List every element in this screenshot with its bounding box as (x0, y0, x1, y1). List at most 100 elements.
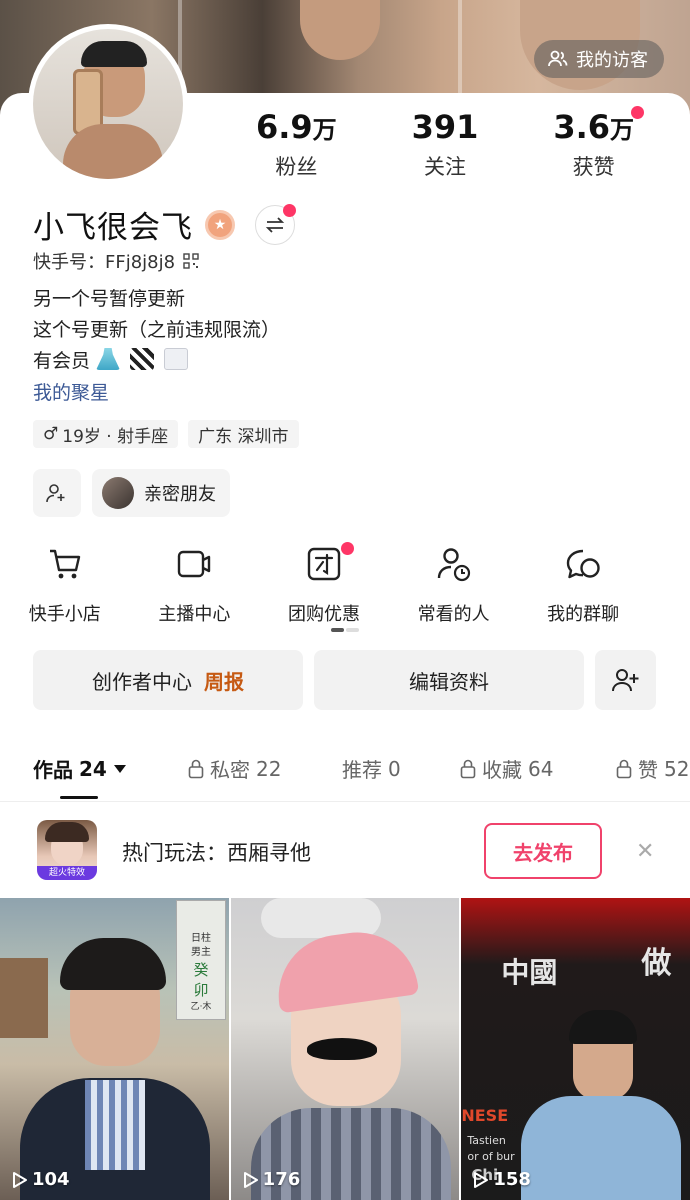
tag-location-text: 广东 深圳市 (198, 426, 289, 447)
close-icon[interactable]: ✕ (636, 839, 654, 864)
close-friends-label: 亲密朋友 (144, 484, 216, 505)
overlay-text: 癸 (193, 961, 209, 979)
my-visitors-label: 我的访客 (576, 50, 648, 71)
user-id[interactable]: 快手号：FFj8j8j8 (33, 248, 199, 274)
add-person-icon (611, 669, 638, 692)
avatar[interactable] (28, 24, 188, 184)
fan-group-link[interactable]: 我的聚星 (33, 378, 109, 405)
tool-group-buy[interactable]: 团购优惠 (259, 542, 389, 626)
edit-profile-button[interactable]: 编辑资料 (314, 650, 584, 710)
publish-button[interactable]: 去发布 (484, 823, 602, 879)
creator-center-label: 创作者中心 (92, 669, 192, 694)
stat-followers[interactable]: 6.9万 粉丝 (222, 108, 371, 181)
overlay-text: 卯 (193, 981, 209, 999)
tab-private[interactable]: 私密 22 (188, 754, 281, 783)
name-row: 小飞很会飞 ★ (33, 202, 296, 247)
lock-icon (188, 759, 204, 778)
likes-notification-dot (631, 106, 645, 119)
play-count: 104 (12, 1169, 70, 1190)
action-buttons: 创作者中心 周报 编辑资料 (33, 650, 656, 710)
overlay-text: 男主 (191, 947, 211, 958)
tab-private-count: 22 (256, 756, 282, 781)
tab-recommended[interactable]: 推荐 0 (342, 754, 401, 783)
tab-recommended-label: 推荐 (342, 758, 382, 782)
video-thumbnail[interactable]: 176 (230, 898, 460, 1200)
tool-label: 主播中心 (158, 604, 231, 625)
video-camera-icon (178, 550, 211, 578)
stat-likes[interactable]: 3.6万 获赞 (519, 106, 668, 181)
play-count-value: 176 (262, 1169, 301, 1190)
likes-label: 获赞 (572, 155, 615, 179)
recent-person-icon (437, 548, 470, 582)
envelope-emoji-icon (164, 348, 189, 370)
tool-frequently-viewed[interactable]: 常看的人 (389, 546, 519, 626)
bio: 另一个号暂停更新 这个号更新（之前违规限流） 有会员 (33, 284, 280, 377)
add-friend-action-button[interactable] (595, 650, 656, 710)
tool-anchor-center[interactable]: 主播中心 (130, 546, 260, 626)
bio-line-2: 这个号更新（之前违规限流） (33, 319, 281, 341)
switch-arrows-icon (265, 216, 285, 233)
profile-name: 小飞很会飞 (33, 210, 193, 246)
play-count-value: 104 (32, 1169, 70, 1190)
lock-icon (460, 759, 476, 778)
tab-recommended-count: 0 (388, 756, 401, 781)
effect-thumbnail: 超火特效 (37, 820, 97, 880)
tool-label: 团购优惠 (287, 604, 360, 625)
add-friend-button[interactable] (33, 469, 81, 517)
play-icon (13, 1171, 27, 1188)
effect-thumbnail-caption: 超火特效 (37, 866, 97, 880)
tag-age-zodiac-text: 19岁 · 射手座 (62, 426, 169, 447)
close-friends-button[interactable]: 亲密朋友 (92, 469, 230, 517)
profile-tags: ♂ 19岁 · 射手座 广东 深圳市 (33, 420, 299, 448)
stat-following[interactable]: 391 关注 (371, 108, 520, 181)
stats-row: 6.9万 粉丝 391 关注 3.6万 获赞 (222, 106, 668, 181)
hot-effect-text: 热门玩法：西厢寻他 (122, 841, 311, 865)
tool-kuaishou-shop[interactable]: 快手小店 (0, 546, 130, 626)
tag-age-zodiac: ♂ 19岁 · 射手座 (33, 420, 179, 448)
bio-line-3: 有会员 (33, 346, 280, 377)
tools-page-indicator (331, 628, 359, 632)
play-count-value: 158 (493, 1169, 531, 1190)
group-buy-notification-dot (341, 542, 355, 555)
play-icon (243, 1171, 258, 1188)
tools-row: 快手小店 主播中心 团购优惠 常看的人 我的群聊 (0, 542, 690, 626)
bio-line-1: 另一个号暂停更新 (33, 288, 186, 310)
clapperboard-emoji-icon (130, 348, 155, 370)
tool-label: 我的群聊 (547, 604, 620, 625)
tab-liked[interactable]: 赞 52 (616, 754, 689, 783)
qr-code-icon[interactable] (183, 253, 199, 269)
switch-account-button[interactable] (255, 203, 296, 245)
active-tab-indicator (60, 796, 98, 799)
dress-emoji-icon (96, 348, 121, 370)
user-id-text: 快手号：FFj8j8j8 (33, 252, 176, 273)
cart-icon (49, 549, 80, 579)
tab-private-label: 私密 (210, 758, 250, 782)
likes-count: 3.6 (553, 108, 611, 146)
video-thumbnail[interactable]: 中國 做 NESE Tastien or of bur Chi 158 (461, 898, 690, 1200)
creator-center-button[interactable]: 创作者中心 周报 (33, 650, 303, 710)
level-badge-icon[interactable]: ★ (205, 209, 235, 240)
my-visitors-button[interactable]: 我的访客 (534, 40, 664, 78)
male-icon: ♂ (43, 424, 59, 444)
play-count: 158 (473, 1169, 531, 1190)
group-buy-icon (307, 547, 341, 581)
followers-label: 粉丝 (275, 155, 318, 179)
video-grid: 日柱 男主 癸 卯 乙·木 104 176 中國 做 NESE Tastien (0, 898, 690, 1200)
tab-works[interactable]: 作品 24 (33, 754, 127, 783)
weekly-report-label: 周报 (204, 669, 244, 694)
tab-works-label: 作品 (33, 758, 73, 782)
friend-row: 亲密朋友 (33, 469, 230, 517)
edit-profile-label: 编辑资料 (409, 669, 489, 694)
overlay-text: 做 (641, 946, 672, 981)
overlay-text: 乙·木 (190, 1002, 212, 1012)
tab-favorites[interactable]: 收藏 64 (460, 754, 553, 783)
followers-unit: 万 (312, 116, 337, 144)
tab-liked-count: 52 (664, 756, 690, 781)
tool-my-group-chats[interactable]: 我的群聊 (518, 546, 648, 626)
hot-effect-banner[interactable]: 超火特效 热门玩法：西厢寻他 去发布 ✕ (0, 803, 690, 896)
tool-label: 常看的人 (417, 604, 490, 625)
video-thumbnail[interactable]: 日柱 男主 癸 卯 乙·木 104 (0, 898, 229, 1200)
tag-location: 广东 深圳市 (188, 420, 299, 448)
play-icon (474, 1171, 489, 1188)
add-person-icon (46, 484, 65, 503)
